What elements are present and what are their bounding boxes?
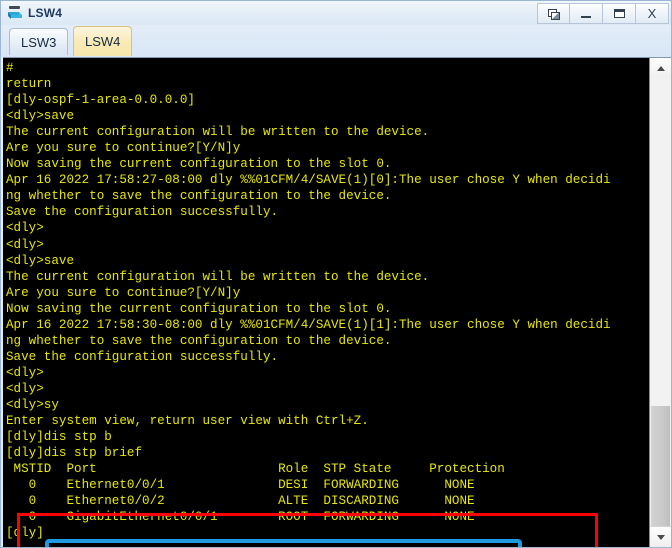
window-controls: X [537, 3, 669, 24]
terminal-output: # return [dly-ospf-1-area-0.0.0.0] <dly>… [6, 61, 611, 541]
tab-lsw4-label: LSW4 [85, 34, 121, 49]
chevron-up-icon [656, 66, 665, 71]
tab-lsw3[interactable]: LSW3 [9, 28, 69, 55]
title-bar: LSW4 X [1, 1, 671, 25]
scroll-down-button[interactable] [650, 526, 671, 547]
scrollbar-track[interactable] [650, 79, 671, 546]
terminal-scrollbar[interactable] [649, 58, 671, 547]
terminal-console[interactable]: # return [dly-ospf-1-area-0.0.0.0] <dly>… [3, 58, 649, 547]
minimize-button[interactable] [570, 3, 603, 24]
switch-icon [6, 4, 24, 22]
scroll-up-button[interactable] [650, 58, 671, 80]
close-icon: X [647, 6, 657, 21]
device-cli-window: LSW4 X LSW3 LSW4 # return [dly-ospf-1-ar… [0, 0, 672, 548]
chevron-down-icon [656, 535, 665, 540]
maximize-icon [613, 9, 625, 18]
tab-strip: LSW3 LSW4 [1, 25, 671, 57]
maximize-button[interactable] [603, 3, 636, 24]
restore-button[interactable] [537, 3, 570, 24]
scrollbar-thumb[interactable] [651, 406, 670, 546]
close-button[interactable]: X [636, 3, 669, 24]
minimize-icon [581, 9, 591, 18]
tab-lsw3-label: LSW3 [21, 34, 57, 50]
tab-lsw4[interactable]: LSW4 [73, 26, 133, 56]
window-title: LSW4 [28, 6, 63, 20]
restore-icon [548, 8, 560, 20]
terminal-area: # return [dly-ospf-1-area-0.0.0.0] <dly>… [3, 57, 671, 547]
